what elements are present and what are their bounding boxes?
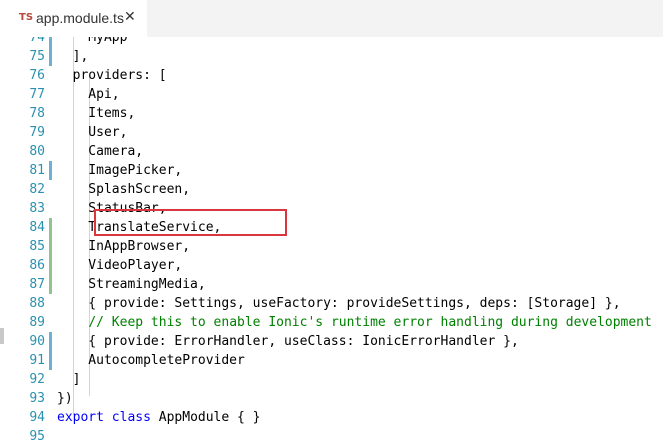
line-number: 77 [29,87,45,102]
code-text[interactable]: Camera, [57,142,143,161]
code-line[interactable]: 75 ], [0,47,663,66]
line-number: 80 [29,144,45,159]
line-number: 85 [29,239,45,254]
code-line[interactable]: 77 Api, [0,85,663,104]
code-text[interactable]: ], [57,47,89,66]
modified-gutter-marker [49,351,52,370]
line-number: 89 [29,315,45,330]
tab-app-module[interactable]: TS app.module.ts ✕ [0,0,147,37]
code-line[interactable]: 82 SplashScreen, [0,180,663,199]
line-number: 84 [29,220,45,235]
line-number: 79 [29,125,45,140]
code-text[interactable]: AutocompleteProvider [57,351,245,370]
code-line[interactable]: 87 StreamingMedia, [0,275,663,294]
line-number: 75 [29,49,45,64]
code-text[interactable]: Items, [57,104,135,123]
modified-gutter-marker [49,332,52,351]
line-number: 90 [29,334,45,349]
line-number: 78 [29,106,45,121]
modified-gutter-marker [49,47,52,66]
code-text[interactable]: // Keep this to enable Ionic's runtime e… [57,313,652,332]
code-text[interactable]: MyApp [57,37,127,47]
code-line[interactable]: 88 { provide: Settings, useFactory: prov… [0,294,663,313]
code-text[interactable]: providers: [ [57,66,167,85]
line-number: 74 [29,37,45,45]
added-gutter-marker [49,275,52,294]
added-gutter-marker [49,237,52,256]
line-number: 83 [29,201,45,216]
code-text[interactable]: ] [57,370,81,389]
code-text[interactable]: VideoPlayer, [57,256,182,275]
code-text[interactable]: { provide: ErrorHandler, useClass: Ionic… [57,332,518,351]
line-number: 88 [29,296,45,311]
line-number: 95 [29,429,45,443]
code-text[interactable]: InAppBrowser, [57,237,190,256]
code-line[interactable]: 86 VideoPlayer, [0,256,663,275]
code-text[interactable]: SplashScreen, [57,180,190,199]
code-text[interactable]: }) [57,389,73,408]
code-line[interactable]: 89 // Keep this to enable Ionic's runtim… [0,313,663,332]
code-line[interactable]: 85 InAppBrowser, [0,237,663,256]
code-line[interactable]: 95 [0,427,663,443]
code-editor[interactable]: 74 MyApp 75 ], 76 providers: [77 Api, 78 It… [0,37,663,443]
typescript-file-icon: TS [19,12,34,23]
line-number: 87 [29,277,45,292]
code-text[interactable]: export class AppModule { } [57,408,261,427]
code-line[interactable]: 94 export class AppModule { } [0,408,663,427]
added-gutter-marker [49,256,52,275]
code-line[interactable]: 80 Camera, [0,142,663,161]
code-line[interactable]: 91 AutocompleteProvider [0,351,663,370]
code-text[interactable]: User, [57,123,127,142]
code-text[interactable]: StreamingMedia, [57,275,205,294]
code-text[interactable]: Api, [57,85,119,104]
added-gutter-marker [49,218,52,237]
code-line[interactable]: 76 providers: [ [0,66,663,85]
translate-service-highlight [94,209,287,236]
line-number: 92 [29,372,45,387]
line-number: 81 [29,163,45,178]
close-icon[interactable]: ✕ [124,9,136,25]
line-number: 82 [29,182,45,197]
modified-gutter-marker [49,161,52,180]
line-number: 76 [29,68,45,83]
line-number: 86 [29,258,45,273]
code-line[interactable]: 93}) [0,389,663,408]
code-line[interactable]: 79 User, [0,123,663,142]
code-line[interactable]: 74 MyApp [0,37,663,47]
editor-tab-bar: TS app.module.ts ✕ [0,0,663,37]
line-number: 93 [29,391,45,406]
line-number: 91 [29,353,45,368]
modified-gutter-marker [49,37,52,47]
code-line[interactable]: 78 Items, [0,104,663,123]
code-line[interactable]: 90 { provide: ErrorHandler, useClass: Io… [0,332,663,351]
code-line[interactable]: 81 ImagePicker, [0,161,663,180]
code-text[interactable]: ImagePicker, [57,161,182,180]
line-number: 94 [29,410,45,425]
code-line[interactable]: 92 ] [0,370,663,389]
tab-title: app.module.ts [36,10,124,26]
code-text[interactable]: { provide: Settings, useFactory: provide… [57,294,620,313]
